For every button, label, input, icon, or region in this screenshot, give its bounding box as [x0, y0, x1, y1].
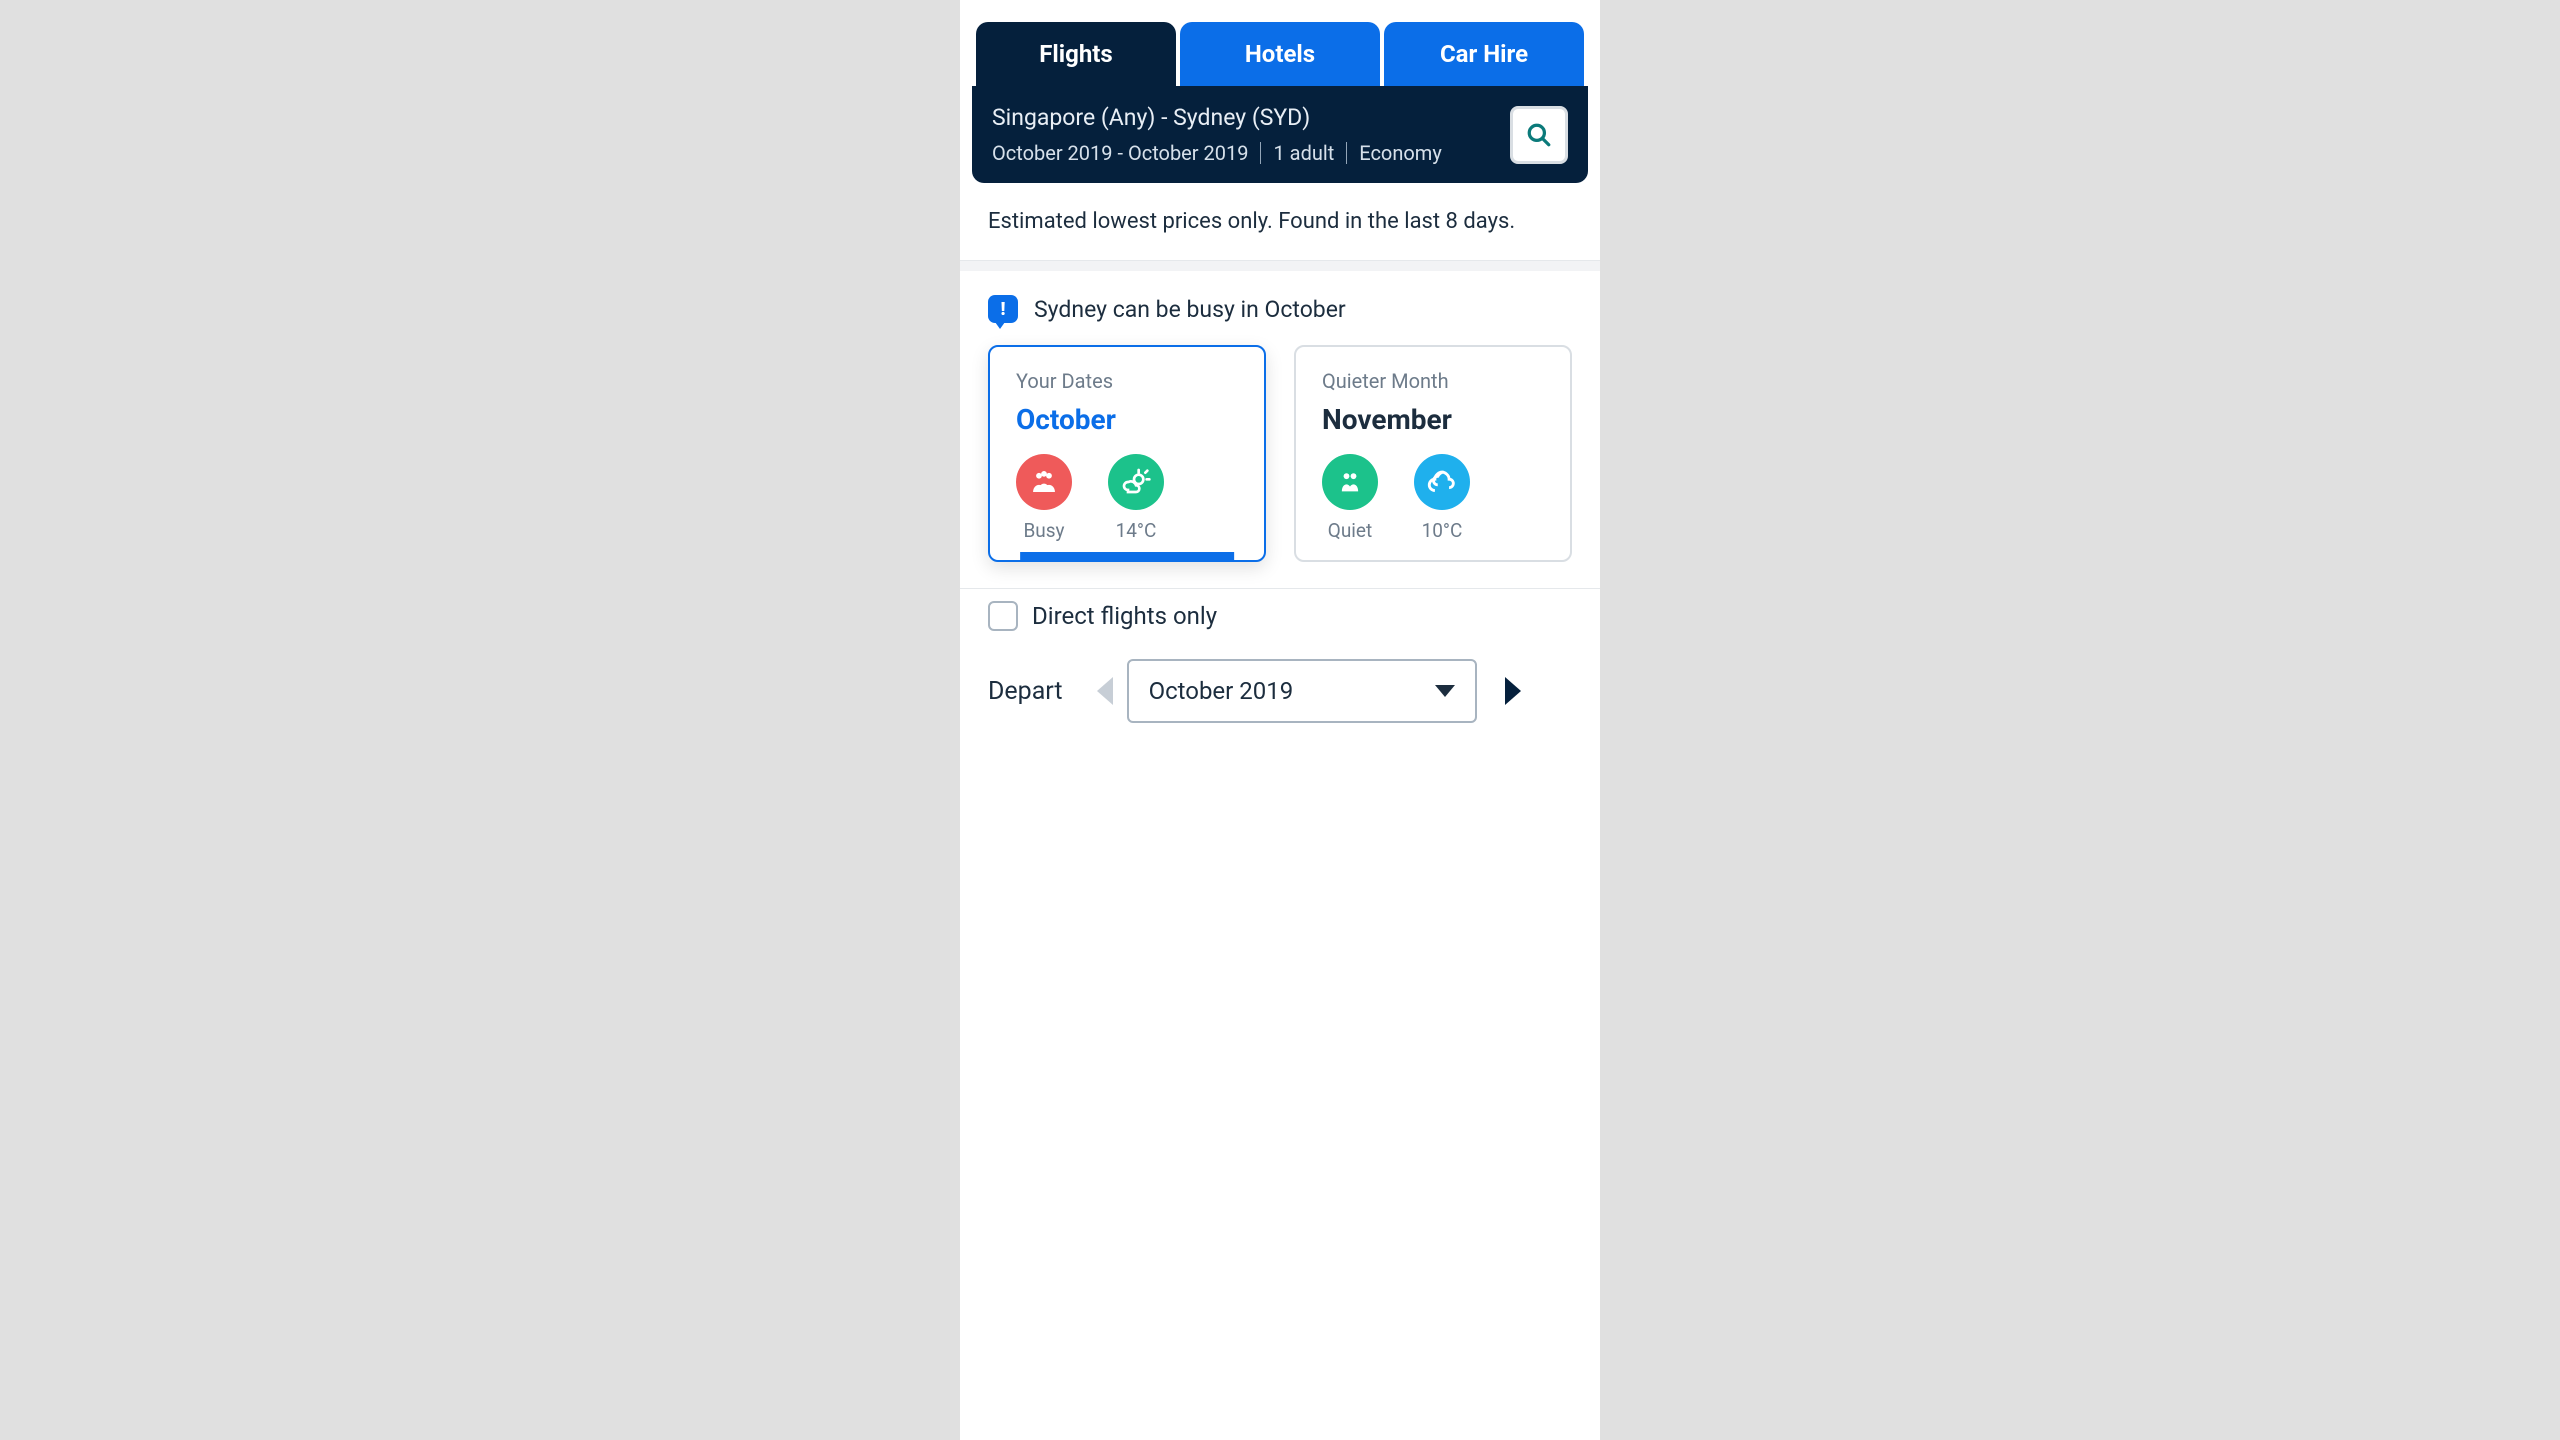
crowd-label: Busy — [1023, 519, 1064, 542]
busy-months-section: ! Sydney can be busy in October Your Dat… — [960, 261, 1600, 589]
search-button[interactable] — [1510, 106, 1568, 164]
month-cards: Your Dates October Busy 14°C — [988, 345, 1572, 562]
tab-hotels[interactable]: Hotels — [1180, 22, 1380, 86]
chevron-down-icon — [1435, 685, 1455, 697]
temp-label: 10°C — [1422, 519, 1463, 542]
next-month-button[interactable] — [1505, 677, 1521, 705]
cloud-icon — [1414, 454, 1470, 510]
passenger-count: 1 adult — [1273, 141, 1334, 165]
divider — [1346, 142, 1347, 164]
weather-icon — [1108, 454, 1164, 510]
price-disclaimer: Estimated lowest prices only. Found in t… — [960, 183, 1600, 261]
month-card-your-dates[interactable]: Your Dates October Busy 14°C — [988, 345, 1266, 562]
crowd-label: Quiet — [1328, 519, 1372, 542]
direct-flights-checkbox[interactable] — [988, 601, 1018, 631]
direct-flights-row[interactable]: Direct flights only — [988, 601, 1572, 631]
depart-row: Depart October 2019 — [988, 659, 1572, 723]
search-icon — [1526, 122, 1552, 148]
search-summary-text: Singapore (Any) - Sydney (SYD) October 2… — [992, 104, 1496, 165]
date-range: October 2019 - October 2019 — [992, 141, 1248, 165]
tab-flights[interactable]: Flights — [976, 22, 1176, 86]
month-card-quieter[interactable]: Quieter Month November Quiet 10°C — [1294, 345, 1572, 562]
stat-row: Quiet 10°C — [1322, 454, 1544, 542]
card-month: October — [1016, 403, 1238, 436]
direct-flights-label: Direct flights only — [1032, 602, 1217, 630]
search-summary[interactable]: Singapore (Any) - Sydney (SYD) October 2… — [972, 86, 1588, 183]
search-details: October 2019 - October 2019 1 adult Econ… — [992, 141, 1496, 165]
busy-headline: Sydney can be busy in October — [1034, 296, 1346, 323]
crowd-stat: Busy — [1016, 454, 1072, 542]
tab-carhire[interactable]: Car Hire — [1384, 22, 1584, 86]
divider — [1260, 142, 1261, 164]
busy-header: ! Sydney can be busy in October — [988, 295, 1572, 323]
cabin-class: Economy — [1359, 141, 1442, 165]
people-icon — [1016, 454, 1072, 510]
stat-row: Busy 14°C — [1016, 454, 1238, 542]
app-screen: Flights Hotels Car Hire Singapore (Any) … — [960, 0, 1600, 1440]
product-tabs: Flights Hotels Car Hire — [960, 0, 1600, 86]
people-icon — [1322, 454, 1378, 510]
card-label: Quieter Month — [1322, 369, 1544, 393]
card-label: Your Dates — [1016, 369, 1238, 393]
crowd-stat: Quiet — [1322, 454, 1378, 542]
temp-label: 14°C — [1116, 519, 1157, 542]
depart-month-select[interactable]: October 2019 — [1127, 659, 1477, 723]
weather-stat: 14°C — [1108, 454, 1164, 542]
depart-label: Depart — [988, 677, 1063, 706]
route-text: Singapore (Any) - Sydney (SYD) — [992, 104, 1496, 131]
weather-stat: 10°C — [1414, 454, 1470, 542]
depart-month-value: October 2019 — [1149, 677, 1294, 705]
prev-month-button[interactable] — [1097, 677, 1113, 705]
alert-icon: ! — [988, 295, 1018, 323]
filters-section: Direct flights only Depart October 2019 — [960, 589, 1600, 723]
card-month: November — [1322, 403, 1544, 436]
